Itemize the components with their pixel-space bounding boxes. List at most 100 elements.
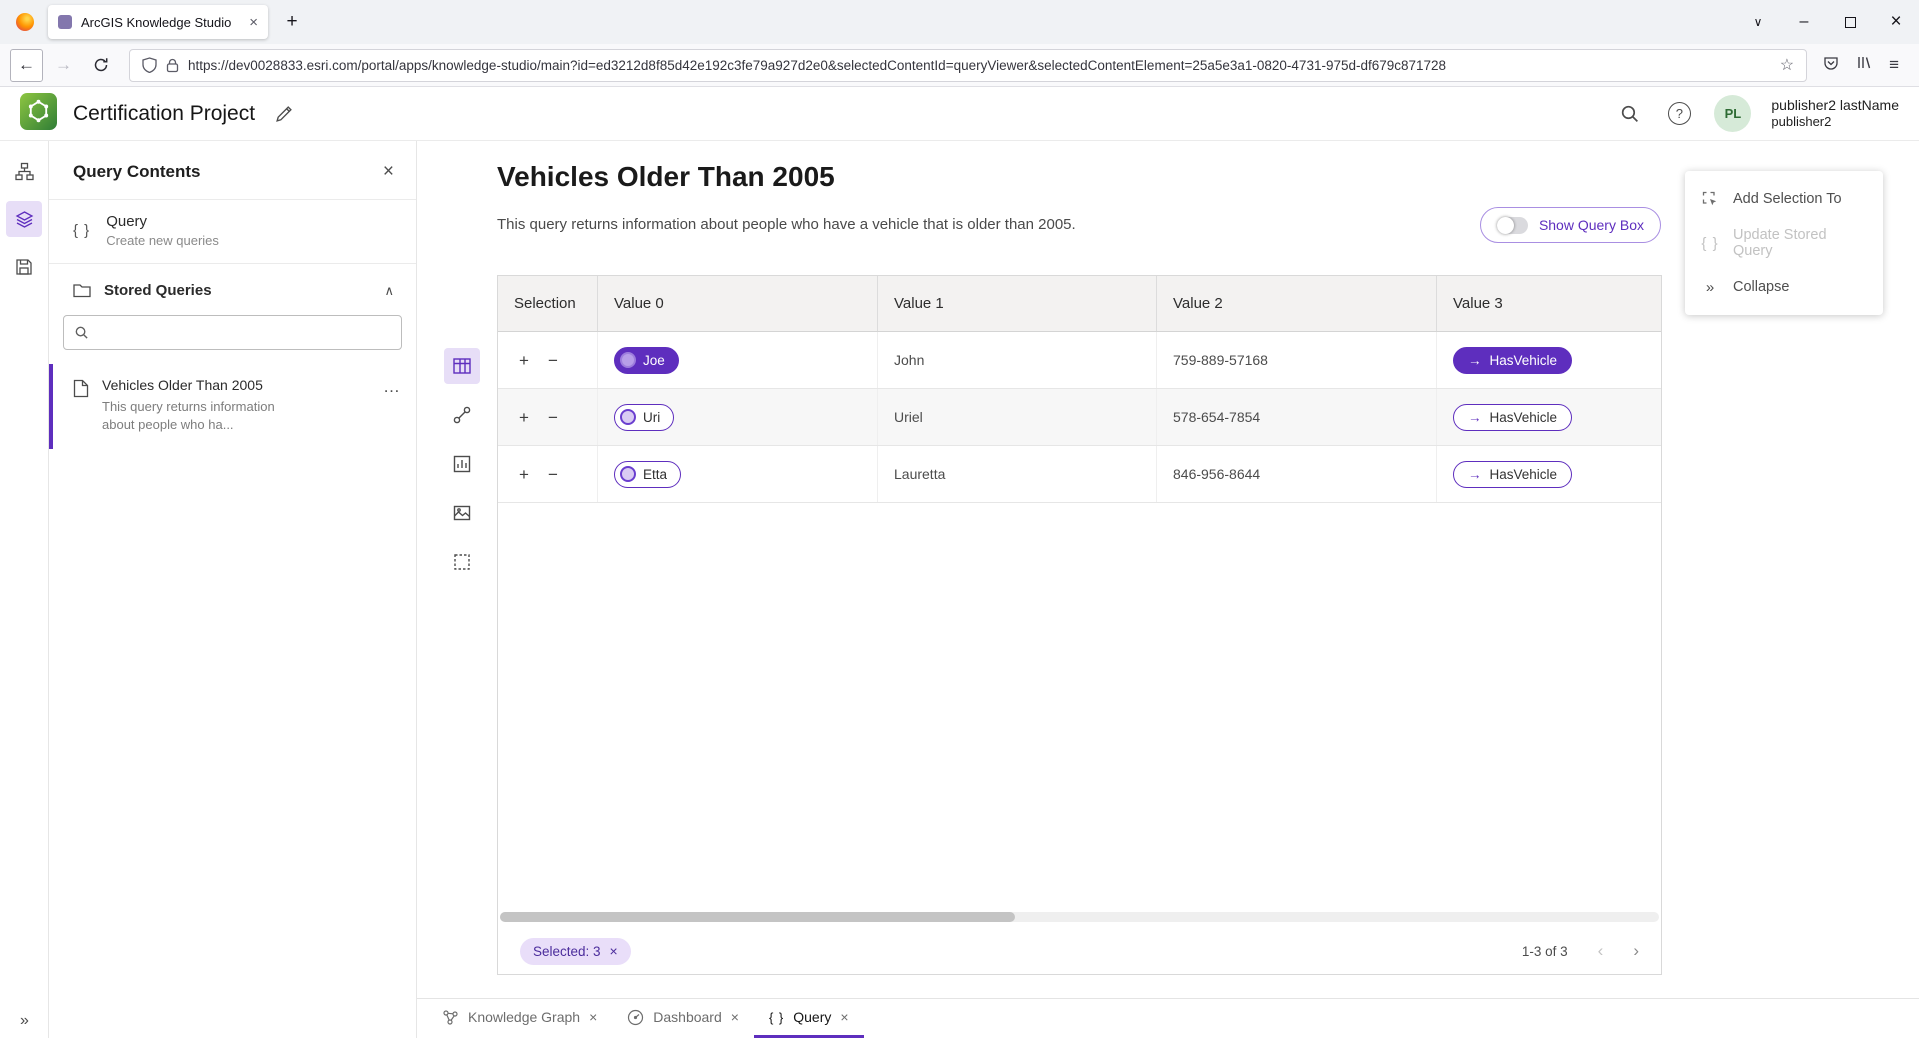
menu-item-update-stored-query[interactable]: { } Update Stored Query (1685, 221, 1883, 265)
tab-knowledge-graph[interactable]: Knowledge Graph × (427, 999, 612, 1038)
search-input[interactable] (98, 324, 391, 341)
new-query-text: Query Create new queries (106, 213, 219, 248)
chevron-up-icon[interactable]: ∧ (384, 283, 394, 299)
firefox-menu-button[interactable] (10, 7, 40, 37)
chart-view-button[interactable] (444, 446, 480, 482)
relationship-pill[interactable]: → HasVehicle (1453, 347, 1572, 374)
list-all-tabs-button[interactable]: ∨ (1735, 0, 1781, 44)
value2-cell: 846-956-8644 (1157, 446, 1437, 502)
url-bar[interactable]: https://dev0028833.esri.com/portal/apps/… (129, 49, 1807, 82)
map-view-button[interactable] (444, 495, 480, 531)
user-block[interactable]: publisher2 lastName publisher2 (1771, 97, 1899, 131)
back-button[interactable]: ← (10, 49, 43, 82)
panel-title: Query Contents (73, 162, 201, 182)
remove-from-selection-button[interactable]: − (548, 466, 558, 483)
stored-query-item[interactable]: Vehicles Older Than 2005 This query retu… (49, 364, 416, 449)
stored-queries-header[interactable]: Stored Queries ∧ (49, 264, 416, 309)
table-view-button[interactable] (444, 348, 480, 384)
close-tab-icon[interactable]: × (731, 1009, 739, 1025)
link-chart-view-button[interactable] (444, 397, 480, 433)
maximize-button[interactable] (1827, 0, 1873, 44)
tracking-shield-icon[interactable] (142, 57, 157, 73)
tab-label: Dashboard (653, 1009, 722, 1025)
bookmark-star-icon[interactable]: ☆ (1780, 55, 1794, 75)
avatar[interactable]: PL (1714, 95, 1751, 132)
collapse-icon: » (1700, 279, 1720, 296)
selection-cell: + − (498, 332, 598, 388)
stored-query-description: This query returns information about peo… (102, 398, 307, 433)
table-row[interactable]: + − Uri Uriel 578-654-7854 → HasVehicle (498, 389, 1661, 446)
new-query-item[interactable]: { } Query Create new queries (49, 200, 416, 264)
results-footer: Selected: 3 × 1-3 of 3 ‹ › (498, 928, 1661, 974)
pagination: 1-3 of 3 ‹ › (1522, 941, 1639, 961)
entity-pill[interactable]: Uri (614, 404, 674, 431)
browser-nav-bar: ← → https://dev0028833.esri.com/portal/a… (0, 44, 1919, 87)
more-options-icon[interactable]: … (383, 377, 400, 433)
arrow-right-icon: → (1468, 467, 1482, 482)
previous-page-button[interactable]: ‹ (1598, 941, 1604, 961)
column-header-selection[interactable]: Selection (498, 276, 598, 331)
tab-close-icon[interactable]: × (249, 14, 258, 31)
horizontal-scrollbar[interactable] (500, 912, 1659, 922)
add-to-selection-button[interactable]: + (519, 466, 529, 483)
next-page-button[interactable]: › (1633, 941, 1639, 961)
search-button[interactable] (1614, 99, 1644, 129)
scrollbar-thumb[interactable] (500, 912, 1015, 922)
reload-button[interactable] (84, 49, 117, 82)
show-query-box-toggle[interactable]: Show Query Box (1480, 207, 1661, 243)
maximize-icon (1845, 17, 1856, 28)
clear-selection-icon[interactable]: × (610, 943, 618, 959)
selected-count-chip[interactable]: Selected: 3 × (520, 938, 631, 965)
relationship-cell: → HasVehicle (1437, 332, 1661, 388)
stored-queries-search[interactable] (63, 315, 402, 350)
toggle-track[interactable] (1497, 217, 1528, 234)
tab-favicon-icon (58, 15, 72, 29)
relationship-pill[interactable]: → HasVehicle (1453, 404, 1572, 431)
column-header-value1[interactable]: Value 1 (878, 276, 1157, 331)
arrow-right-icon: → (1468, 410, 1482, 425)
table-row[interactable]: + − Joe John 759-889-57168 → HasVehicle (498, 332, 1661, 389)
help-button[interactable]: ? (1664, 99, 1694, 129)
knowledge-graph-icon (442, 1009, 459, 1026)
column-header-value2[interactable]: Value 2 (1157, 276, 1437, 331)
column-header-value0[interactable]: Value 0 (598, 276, 878, 331)
table-row[interactable]: + − Etta Lauretta 846-956-8644 → HasVehi… (498, 446, 1661, 503)
rail-layers-button[interactable] (6, 201, 42, 237)
column-header-value3[interactable]: Value 3 (1437, 276, 1661, 331)
minimize-button[interactable]: – (1781, 0, 1827, 44)
select-tool-button[interactable] (444, 544, 480, 580)
url-text[interactable]: https://dev0028833.esri.com/portal/apps/… (188, 58, 1771, 73)
remove-from-selection-button[interactable]: − (548, 409, 558, 426)
entity-pill[interactable]: Etta (614, 461, 681, 488)
close-tab-icon[interactable]: × (840, 1009, 848, 1025)
save-to-pocket-icon[interactable] (1823, 55, 1839, 76)
add-to-selection-button[interactable]: + (519, 409, 529, 426)
browser-tab[interactable]: ArcGIS Knowledge Studio × (48, 5, 268, 39)
remove-from-selection-button[interactable]: − (548, 352, 558, 369)
forward-button[interactable]: → (47, 49, 80, 82)
rail-expand-button[interactable]: » (0, 1012, 49, 1030)
new-tab-button[interactable]: + (276, 6, 308, 38)
tab-query[interactable]: { } Query × (754, 999, 864, 1038)
table-icon (452, 356, 472, 376)
rail-save-button[interactable] (6, 249, 42, 285)
relationship-pill[interactable]: → HasVehicle (1453, 461, 1572, 488)
entity-cell: Joe (598, 332, 878, 388)
menu-icon[interactable]: ≡ (1889, 55, 1899, 75)
entity-dot-icon (620, 409, 636, 425)
menu-item-collapse[interactable]: » Collapse (1685, 265, 1883, 309)
lock-icon[interactable] (166, 58, 179, 73)
menu-item-add-selection-to[interactable]: Add Selection To (1685, 177, 1883, 221)
braces-icon: { } (1700, 235, 1720, 252)
add-to-selection-button[interactable]: + (519, 352, 529, 369)
library-icon[interactable] (1857, 55, 1871, 75)
save-icon (15, 258, 33, 276)
window-close-button[interactable]: × (1873, 0, 1919, 44)
entity-label: Uri (643, 410, 660, 425)
edit-title-button[interactable] (275, 105, 293, 123)
entity-pill[interactable]: Joe (614, 347, 679, 374)
rail-contents-button[interactable] (6, 153, 42, 189)
close-tab-icon[interactable]: × (589, 1009, 597, 1025)
panel-close-icon[interactable]: × (383, 161, 394, 183)
tab-dashboard[interactable]: Dashboard × (612, 999, 754, 1038)
